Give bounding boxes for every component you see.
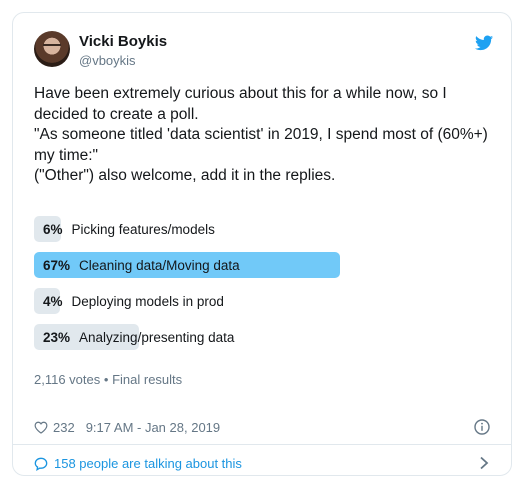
poll-option-percent: 6% bbox=[43, 221, 63, 237]
poll-option: 23% Analyzing/presenting data bbox=[34, 324, 502, 350]
poll-meta: 2,116 votes • Final results bbox=[34, 372, 182, 387]
tweet-footer: 232 9:17 AM - Jan 28, 2019 bbox=[34, 420, 220, 435]
heart-icon[interactable] bbox=[34, 421, 48, 434]
poll-option: 6% Picking features/models bbox=[34, 216, 502, 242]
avatar[interactable] bbox=[34, 31, 70, 67]
poll-option-label: Cleaning data/Moving data bbox=[79, 257, 240, 273]
talking-label: 158 people are talking about this bbox=[54, 456, 242, 471]
poll-option-percent: 4% bbox=[43, 293, 63, 309]
twitter-bird-icon[interactable] bbox=[475, 35, 493, 51]
talking-link[interactable]: 158 people are talking about this bbox=[34, 456, 242, 471]
poll-option: 4% Deploying models in prod bbox=[34, 288, 502, 314]
speech-bubble-icon bbox=[34, 457, 48, 471]
tweet-text: Have been extremely curious about this f… bbox=[34, 85, 488, 184]
poll-option-label: Deploying models in prod bbox=[71, 293, 224, 309]
poll-option-percent: 23% bbox=[43, 329, 71, 345]
poll-separator: • bbox=[103, 372, 109, 387]
poll-option-label: Picking features/models bbox=[71, 221, 215, 237]
poll-option-label: Analyzing/presenting data bbox=[79, 329, 235, 345]
poll-option-winner: 67% Cleaning data/Moving data bbox=[34, 252, 502, 278]
author-handle[interactable]: @vboykis bbox=[79, 53, 136, 68]
tweet-timestamp[interactable]: 9:17 AM - Jan 28, 2019 bbox=[86, 420, 220, 435]
like-count[interactable]: 232 bbox=[53, 420, 75, 435]
poll-status: Final results bbox=[112, 372, 183, 387]
chevron-right-icon[interactable] bbox=[479, 456, 489, 470]
author-name[interactable]: Vicki Boykis bbox=[79, 33, 167, 50]
poll-option-percent: 67% bbox=[43, 257, 71, 273]
divider bbox=[13, 444, 511, 445]
poll-votes: 2,116 votes bbox=[34, 372, 101, 387]
tweet-card[interactable]: Vicki Boykis @vboykis Have been extremel… bbox=[12, 12, 512, 476]
poll: 6% Picking features/models 67% Cleaning … bbox=[34, 216, 502, 360]
info-icon[interactable] bbox=[474, 419, 490, 435]
